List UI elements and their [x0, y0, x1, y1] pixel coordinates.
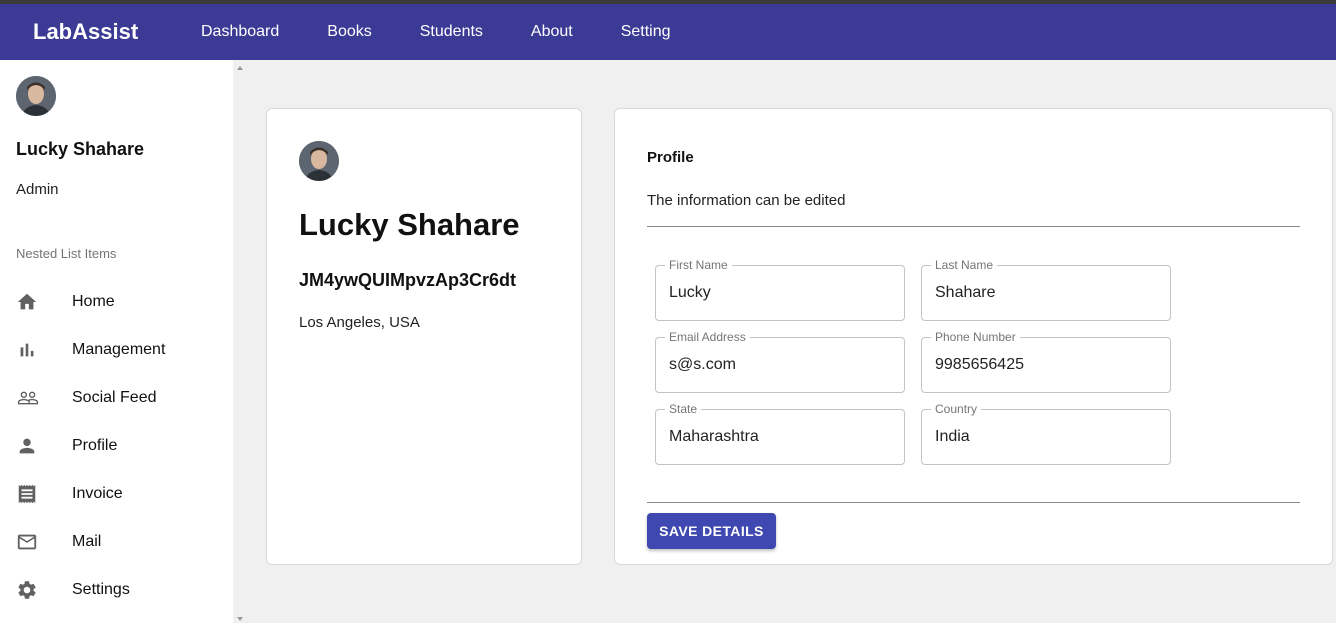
nav-dashboard[interactable]: Dashboard	[201, 23, 279, 41]
scroll-up-arrow-icon[interactable]	[237, 66, 243, 70]
sidebar-item-label: Invoice	[72, 485, 123, 502]
scroll-down-arrow-icon[interactable]	[237, 617, 243, 621]
email-field[interactable]: Email Address s@s.com	[655, 330, 905, 393]
last-name-field[interactable]: Last Name Shahare	[921, 258, 1171, 321]
sidebar-item-social-feed[interactable]: Social Feed	[0, 374, 233, 422]
profile-id: JM4ywQUIMpvzAp3Cr6dt	[299, 270, 517, 290]
save-details-button[interactable]: SAVE DETAILS	[647, 513, 776, 549]
profile-location: Los Angeles, USA	[299, 314, 420, 331]
home-icon	[0, 291, 72, 313]
divider	[647, 226, 1300, 227]
sidebar-user-role: Admin	[16, 181, 59, 198]
sidebar-item-label: Profile	[72, 437, 118, 454]
profile-summary-card: Lucky Shahare JM4ywQUIMpvzAp3Cr6dt Los A…	[266, 108, 582, 565]
divider	[647, 502, 1300, 503]
avatar[interactable]	[16, 76, 56, 116]
first-name-field[interactable]: First Name Lucky	[655, 258, 905, 321]
country-field[interactable]: Country India	[921, 402, 1171, 465]
nav-students[interactable]: Students	[420, 23, 483, 41]
bar-chart-icon	[0, 339, 72, 361]
state-field[interactable]: State Maharashtra	[655, 402, 905, 465]
nav-setting[interactable]: Setting	[621, 23, 671, 41]
field-label: Phone Number	[931, 330, 1020, 344]
phone-field[interactable]: Phone Number 9985656425	[921, 330, 1171, 393]
field-value: Maharashtra	[669, 428, 759, 445]
field-value: 9985656425	[935, 356, 1024, 373]
sidebar-item-label: Mail	[72, 533, 102, 550]
avatar	[299, 141, 339, 181]
sidebar-item-label: Management	[72, 341, 166, 358]
sidebar-item-profile[interactable]: Profile	[0, 422, 233, 470]
sidebar-scrollbar[interactable]	[233, 60, 247, 623]
top-navbar: LabAssist Dashboard Books Students About…	[0, 4, 1336, 60]
nav-books[interactable]: Books	[327, 23, 371, 41]
sidebar-item-mail[interactable]: Mail	[0, 518, 233, 566]
sidebar-section-header: Nested List Items	[16, 246, 117, 261]
mail-icon	[0, 531, 72, 553]
nav-about[interactable]: About	[531, 23, 573, 41]
person-icon	[0, 435, 72, 457]
receipt-icon	[0, 483, 72, 505]
sidebar-user-name: Lucky Shahare	[16, 139, 145, 159]
profile-form-card: Profile The information can be edited Fi…	[614, 108, 1333, 565]
form-subtitle: The information can be edited	[647, 192, 846, 209]
people-icon	[0, 387, 72, 409]
field-value: India	[935, 428, 970, 445]
field-label: First Name	[665, 258, 732, 272]
field-label: Email Address	[665, 330, 750, 344]
sidebar-item-management[interactable]: Management	[0, 326, 233, 374]
field-value: Lucky	[669, 284, 711, 301]
sidebar: Lucky Shahare Admin Nested List Items Ho…	[0, 60, 233, 623]
sidebar-item-label: Settings	[72, 581, 130, 598]
form-title: Profile	[647, 149, 694, 166]
gear-icon	[0, 579, 72, 601]
field-label: Last Name	[931, 258, 998, 272]
sidebar-item-invoice[interactable]: Invoice	[0, 470, 233, 518]
field-value: s@s.com	[669, 356, 736, 373]
field-label: State	[665, 402, 702, 416]
brand-logo[interactable]: LabAssist	[33, 19, 201, 45]
field-label: Country	[931, 402, 982, 416]
sidebar-item-home[interactable]: Home	[0, 278, 233, 326]
sidebar-item-settings[interactable]: Settings	[0, 566, 233, 614]
field-value: Shahare	[935, 284, 996, 301]
sidebar-item-label: Home	[72, 293, 115, 310]
sidebar-item-label: Social Feed	[72, 389, 157, 406]
profile-name: Lucky Shahare	[299, 207, 520, 242]
